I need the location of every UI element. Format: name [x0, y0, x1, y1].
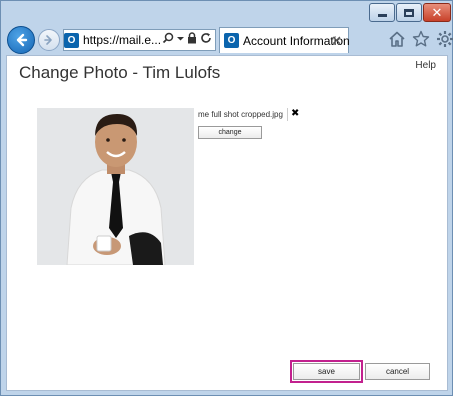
refresh-icon[interactable] — [200, 32, 212, 44]
back-arrow-icon — [16, 33, 28, 47]
forward-button[interactable] — [38, 29, 60, 51]
profile-photo-image — [37, 108, 194, 265]
tab-account-information[interactable]: O Account Information ✕ — [219, 27, 350, 53]
address-bar[interactable]: O https://mail.e... — [63, 29, 216, 51]
remove-photo-icon[interactable]: ✖ — [291, 108, 299, 119]
cancel-button[interactable]: cancel — [365, 363, 430, 380]
minimize-icon — [377, 13, 387, 17]
dropdown-arrow-icon[interactable] — [177, 32, 184, 44]
profile-photo — [37, 108, 194, 265]
maximize-icon — [404, 8, 414, 17]
close-icon: ✕ — [431, 5, 443, 20]
divider — [287, 108, 288, 121]
forward-arrow-icon — [44, 35, 52, 45]
search-icon[interactable] — [162, 32, 174, 44]
home-icon[interactable] — [388, 30, 406, 48]
title-bar: ✕ — [1, 1, 452, 25]
photo-file-name: me full shot cropped.jpg — [198, 110, 283, 119]
outlook-favicon-icon: O — [64, 32, 79, 48]
browser-window: ✕ O https://mail.e... O Account Informat… — [0, 0, 453, 396]
address-url[interactable]: https://mail.e... — [83, 33, 161, 47]
page-title: Change Photo - Tim Lulofs — [19, 63, 221, 82]
save-button[interactable]: save — [293, 363, 360, 380]
close-window-button[interactable]: ✕ — [423, 3, 451, 22]
tab-close-icon[interactable]: ✕ — [331, 33, 342, 49]
lock-icon[interactable] — [187, 32, 197, 44]
navigation-bar: O https://mail.e... O Account Informatio… — [1, 25, 453, 55]
favorites-star-icon[interactable] — [412, 30, 430, 48]
maximize-button[interactable] — [396, 3, 422, 22]
page-content: Change Photo - Tim Lulofs Help me full s… — [6, 55, 448, 391]
help-link[interactable]: Help — [415, 60, 436, 71]
back-button[interactable] — [7, 26, 35, 54]
settings-gear-icon[interactable] — [436, 30, 453, 48]
minimize-button[interactable] — [369, 3, 395, 22]
outlook-tab-icon: O — [224, 33, 239, 48]
change-photo-button[interactable]: change — [198, 126, 262, 139]
